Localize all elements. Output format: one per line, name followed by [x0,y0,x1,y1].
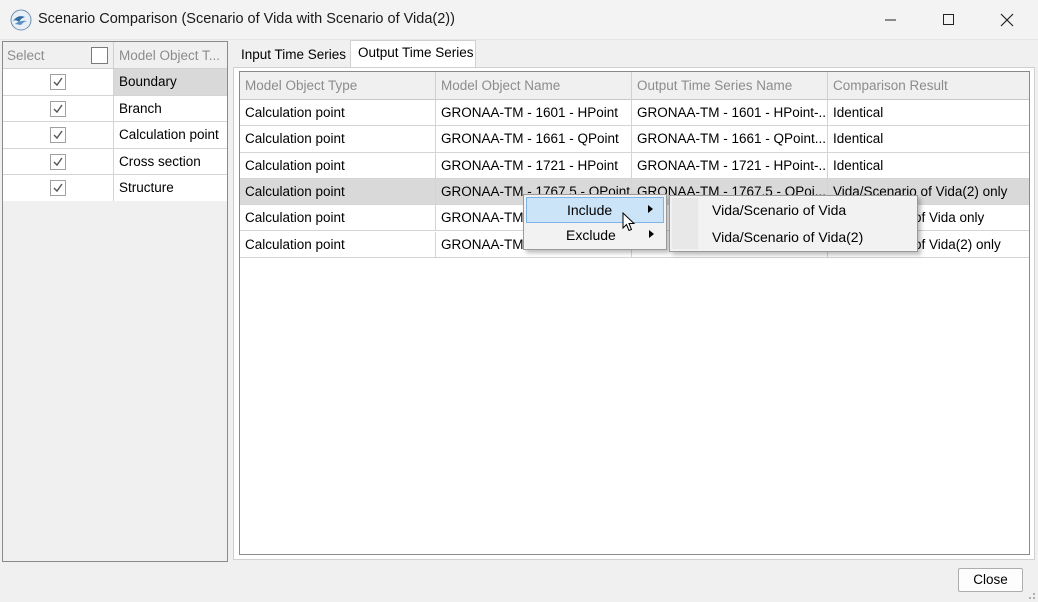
maximize-button[interactable] [920,0,978,40]
checkmark-icon [53,183,63,193]
checkmark-icon [53,130,63,140]
comparison-grid: Model Object Type Model Object Name Outp… [239,71,1030,555]
filter-row-label: Branch [119,100,162,116]
filter-row-branch[interactable]: Branch [3,95,227,122]
resize-grip-icon[interactable] [1026,590,1036,600]
menu-item-include[interactable]: Include [526,197,664,223]
cell-series: GRONAA-TM - 1661 - QPoint... [632,126,828,152]
title-bar: Scenario Comparison (Scenario of Vida wi… [0,0,1038,40]
close-window-button[interactable] [978,0,1036,40]
cell-result: Identical [833,157,884,173]
row-checkbox[interactable] [50,153,66,170]
cell-type: Calculation point [240,152,436,178]
maximize-icon [943,14,954,25]
submenu-item-vida[interactable]: Vida/Scenario of Vida [672,197,915,223]
object-type-filter-panel: Select Model Object T... Boundary Branch… [2,41,228,562]
tab-page-output-time-series: Model Object Type Model Object Name Outp… [233,67,1035,560]
header-divider [113,42,114,69]
filter-row-label: Structure [119,180,174,195]
row-checkbox[interactable] [50,180,66,196]
cell-type: Calculation point [240,205,436,231]
window-title: Scenario Comparison (Scenario of Vida wi… [38,11,455,27]
tab-input-time-series[interactable]: Input Time Series [234,43,350,68]
submenu-arrow-icon [648,205,653,213]
table-row[interactable]: Calculation point GRONAA-TM - 1721 - HPo… [240,152,1029,179]
cell-name: GRONAA-TM - 1721 - HPoint [436,152,632,178]
cell-series: GRONAA-TM - 1721 - HPoint-... [632,152,828,178]
table-row[interactable]: Calculation point GRONAA-TM - 1601 - HPo… [240,100,1029,127]
grid-header: Model Object Type Model Object Name Outp… [240,72,1029,100]
minimize-button[interactable] [862,0,920,40]
cell-name: GRONAA-TM - 1601 - HPoint [436,100,632,126]
submenu-arrow-icon [649,230,654,238]
table-row[interactable]: Calculation point GRONAA-TM - 1661 - QPo… [240,126,1029,153]
cell-type: Calculation point [240,126,436,152]
include-submenu: Vida/Scenario of Vida Vida/Scenario of V… [669,195,918,252]
select-all-checkbox[interactable] [91,47,108,64]
column-header-comparison-result[interactable]: Comparison Result [828,72,1029,100]
cell-type: Calculation point [240,178,436,205]
header-select-label: Select [7,48,45,63]
filter-row-boundary[interactable]: Boundary [3,69,227,96]
row-checkbox[interactable] [50,74,66,90]
checkmark-icon [53,157,63,166]
cell-series: GRONAA-TM - 1601 - HPoint-... [632,100,828,126]
context-menu: Include Exclude [523,194,667,250]
filter-row-structure[interactable]: Structure [3,175,227,202]
menu-item-exclude[interactable]: Exclude [526,223,664,249]
checkmark-icon [53,104,63,113]
menu-item-label: Include [567,202,613,218]
row-checkbox[interactable] [50,100,66,117]
menu-item-label: Exclude [566,227,616,243]
filter-row-cross-section[interactable]: Cross section [3,148,227,175]
filter-row-label: Calculation point [119,127,219,142]
row-checkbox[interactable] [50,127,66,143]
filter-row-calculation-point[interactable]: Calculation point [3,122,227,149]
filter-row-label: Boundary [114,69,227,95]
cell-type: Calculation point [240,231,436,257]
column-header-model-object-type[interactable]: Model Object Type [240,72,436,100]
submenu-item-label: Vida/Scenario of Vida [712,202,847,218]
cell-result: Identical [833,131,884,147]
column-header-output-time-series-name[interactable]: Output Time Series Name [632,72,828,100]
close-icon [1000,13,1014,27]
filter-header: Select Model Object T... [3,42,227,69]
cell-name: GRONAA-TM - 1661 - QPoint [436,126,632,152]
tab-output-time-series[interactable]: Output Time Series [350,40,476,69]
column-header-model-object-name[interactable]: Model Object Name [436,72,632,100]
filter-row-label: Cross section [119,153,201,169]
checkmark-icon [53,77,63,87]
header-type-label[interactable]: Model Object T... [119,48,220,63]
app-icon [10,9,32,31]
filter-empty-area [3,201,227,561]
cell-result: Identical [833,105,884,120]
close-button[interactable]: Close [958,568,1023,592]
minimize-icon [885,19,896,21]
cell-type: Calculation point [240,100,436,126]
mouse-cursor-icon [622,212,636,232]
submenu-item-vida-2[interactable]: Vida/Scenario of Vida(2) [672,224,915,250]
submenu-item-label: Vida/Scenario of Vida(2) [712,229,864,245]
